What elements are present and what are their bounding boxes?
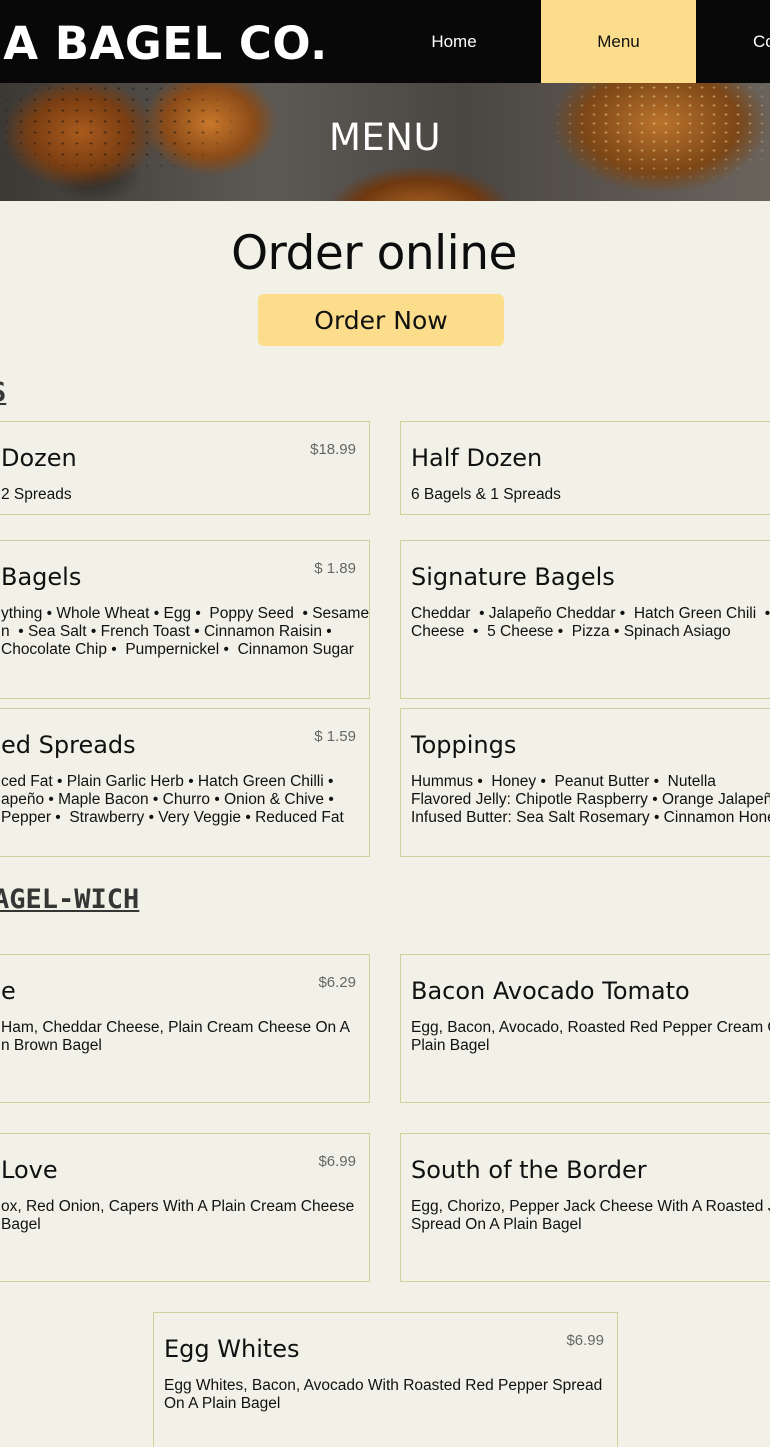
card-title: e [1,977,16,1005]
section-heading-bagels: S [0,377,6,408]
card-description: 2 Spreads [1,486,72,503]
menu-card-lox-love: Love $6.99 ox, Red Onion, Capers With A … [0,1133,370,1282]
nav-menu[interactable]: Menu [541,0,696,83]
card-description: Hummus • Honey • Peanut Butter • Nutella… [411,773,770,826]
card-description: 6 Bagels & 1 Spreads [411,486,561,503]
card-description: ox, Red Onion, Capers With A Plain Cream… [1,1198,355,1233]
card-description: Cheddar • Jalapeño Cheddar • Hatch Green… [411,605,770,640]
card-price: $6.99 [318,1153,356,1170]
menu-card-bacon-avocado-tomato: Bacon Avocado Tomato Egg, Bacon, Avocado… [400,954,770,1103]
card-description: Egg Whites, Bacon, Avocado With Roasted … [164,1377,603,1412]
menu-card-south-of-the-border: South of the Border Egg, Chorizo, Pepper… [400,1133,770,1282]
card-price: $ 1.89 [314,560,356,577]
brand-logo[interactable]: IA BAGEL CO. [0,16,328,72]
nav-home[interactable]: Home [378,0,530,83]
card-price: $18.99 [310,441,356,458]
hero-banner: MENU [0,83,770,201]
card-title: Love [1,1156,58,1184]
card-price: $ 1.59 [314,728,356,745]
card-title: Bagels [1,563,82,591]
card-title: Dozen [1,444,77,472]
card-title: South of the Border [411,1156,647,1184]
order-online-heading: Order online [231,226,517,281]
menu-card-signature-bagels: Signature Bagels Cheddar • Jalapeño Ched… [400,540,770,699]
card-title: Bacon Avocado Tomato [411,977,690,1005]
menu-card-wich-ham: e $6.29 Ham, Cheddar Cheese, Plain Cream… [0,954,370,1103]
section-heading-bagelwich: AGEL-WICH [0,884,140,915]
card-title: Toppings [411,731,517,759]
card-price: $6.99 [566,1332,604,1349]
menu-page: IA BAGEL CO. Home Menu Co MENU Order onl… [0,0,770,1447]
hero-title: MENU [328,116,442,159]
menu-card-bagels: Bagels $ 1.89 ything • Whole Wheat • Egg… [0,540,370,699]
menu-card-toppings: Toppings Hummus • Honey • Peanut Butter … [400,708,770,857]
card-price: $6.29 [318,974,356,991]
card-title: ed Spreads [1,731,136,759]
card-title: Half Dozen [411,444,543,472]
card-title: Signature Bagels [411,563,615,591]
menu-card-spreads: ed Spreads $ 1.59 ced Fat • Plain Garlic… [0,708,370,857]
card-title: Egg Whites [164,1335,300,1363]
card-description: ced Fat • Plain Garlic Herb • Hatch Gree… [1,773,344,826]
nav-contact[interactable]: Co [735,0,770,83]
menu-card-egg-whites: Egg Whites $6.99 Egg Whites, Bacon, Avoc… [153,1312,618,1447]
card-description: ything • Whole Wheat • Egg • Poppy Seed … [1,605,370,658]
card-description: Egg, Bacon, Avocado, Roasted Red Pepper … [411,1019,770,1054]
menu-card-half-dozen: Half Dozen 6 Bagels & 1 Spreads [400,421,770,515]
menu-card-dozen: Dozen $18.99 2 Spreads [0,421,370,515]
order-now-button[interactable]: Order Now [258,294,504,346]
card-description: Ham, Cheddar Cheese, Plain Cream Cheese … [1,1019,350,1054]
card-description: Egg, Chorizo, Pepper Jack Cheese With A … [411,1198,770,1233]
site-header: IA BAGEL CO. Home Menu Co [0,0,770,83]
